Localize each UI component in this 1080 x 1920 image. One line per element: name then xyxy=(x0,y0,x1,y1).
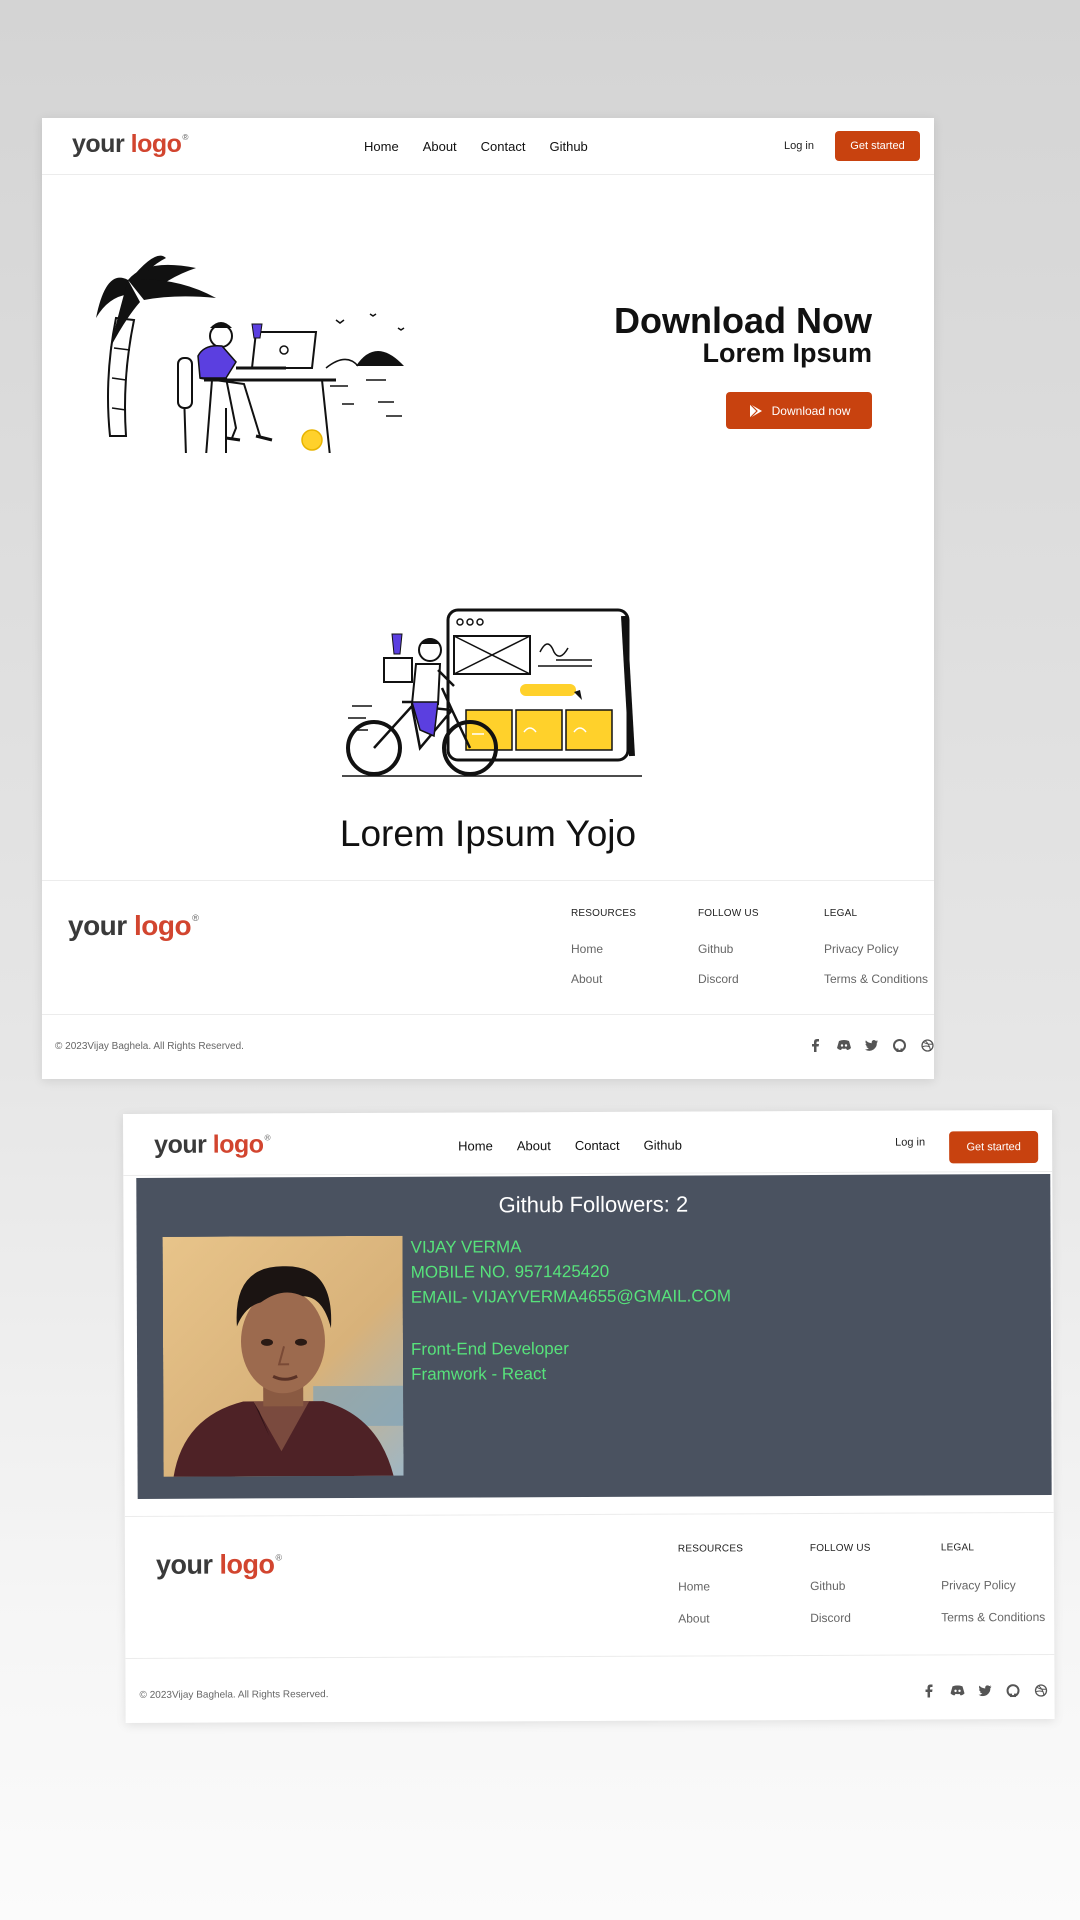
copyright-text: © 2023Vijay Baghela. All Rights Reserved… xyxy=(139,1689,329,1701)
dribbble-icon[interactable] xyxy=(920,1038,934,1053)
get-started-button[interactable]: Get started xyxy=(949,1131,1039,1164)
footer-link-privacy-policy[interactable]: Privacy Policy xyxy=(941,1578,1016,1592)
footer-link-about[interactable]: About xyxy=(571,972,602,986)
login-link[interactable]: Log in xyxy=(784,140,814,152)
footer-heading-follow-us: FOLLOW US xyxy=(698,908,759,919)
footer-link-github[interactable]: Github xyxy=(698,942,733,956)
copyright-text: © 2023Vijay Baghela. All Rights Reserved… xyxy=(55,1041,244,1052)
footer-heading-follow-us: FOLLOW US xyxy=(809,1542,871,1555)
footer-link-home[interactable]: Home xyxy=(571,942,603,956)
footer-logo[interactable]: your logo® xyxy=(68,910,199,942)
profile-email: EMAIL- VIJAYVERMA4655@GMAIL.COM xyxy=(410,1286,732,1307)
github-icon[interactable] xyxy=(1005,1683,1020,1698)
hero-subtitle: Lorem Ipsum xyxy=(702,338,872,368)
footer-logo[interactable]: your logo® xyxy=(156,1549,282,1581)
nav-link-about[interactable]: About xyxy=(517,1138,551,1153)
navbar: your logo® Home About Contact Github Log… xyxy=(42,118,934,175)
login-link[interactable]: Log in xyxy=(895,1137,925,1149)
nav-link-about[interactable]: About xyxy=(423,139,457,154)
profile-page-screenshot: your logo® Home About Contact Github Log… xyxy=(123,1109,1055,1723)
footer-link-discord[interactable]: Discord xyxy=(698,972,739,986)
social-links xyxy=(921,1683,1048,1699)
site-logo[interactable]: your logo® xyxy=(154,1130,270,1160)
profile-framework: Framwork - React xyxy=(411,1364,547,1384)
profile-name: VIJAY VERMA xyxy=(410,1237,522,1257)
social-links xyxy=(808,1038,934,1053)
main-nav: Home About Contact Github xyxy=(458,1112,682,1179)
footer-link-github[interactable]: Github xyxy=(810,1579,845,1593)
discord-icon[interactable] xyxy=(949,1683,965,1698)
nav-link-contact[interactable]: Contact xyxy=(481,139,526,154)
nav-link-home[interactable]: Home xyxy=(458,1138,493,1153)
footer-heading-resources: RESOURCES xyxy=(677,1543,744,1555)
nav-link-github[interactable]: Github xyxy=(549,139,587,154)
footer-heading-resources: RESOURCES xyxy=(571,908,637,919)
github-profile-card: Github Followers: 2 VIJAY VERMA MOBILE N… xyxy=(136,1173,1052,1499)
footer-divider xyxy=(124,1511,1054,1517)
main-nav: Home About Contact Github xyxy=(364,118,588,175)
nav-link-home[interactable]: Home xyxy=(364,139,399,154)
twitter-icon[interactable] xyxy=(977,1683,992,1698)
footer-link-terms[interactable]: Terms & Conditions xyxy=(824,972,928,986)
navbar: your logo® Home About Contact Github Log… xyxy=(123,1109,1053,1179)
twitter-icon[interactable] xyxy=(864,1038,879,1053)
footer-bottom-divider xyxy=(125,1653,1055,1659)
footer-link-about[interactable]: About xyxy=(678,1611,709,1625)
profile-mobile: MOBILE NO. 9571425420 xyxy=(410,1261,610,1282)
play-store-icon xyxy=(749,403,762,418)
landing-page-screenshot: your logo® Home About Contact Github Log… xyxy=(42,118,934,1079)
site-logo[interactable]: your logo® xyxy=(72,130,188,159)
github-followers-count: Github Followers: 2 xyxy=(498,1191,689,1218)
footer-bottom-divider xyxy=(42,1014,934,1015)
download-now-button[interactable]: Download now xyxy=(726,392,872,429)
facebook-icon[interactable] xyxy=(808,1038,823,1053)
footer-link-privacy-policy[interactable]: Privacy Policy xyxy=(824,942,899,956)
profile-role: Front-End Developer xyxy=(410,1339,569,1359)
section-title: Lorem Ipsum Yojo xyxy=(339,813,637,854)
nav-link-contact[interactable]: Contact xyxy=(575,1137,620,1152)
hero-title: Download Now xyxy=(614,300,872,341)
remote-work-illustration xyxy=(96,255,405,453)
footer-link-discord[interactable]: Discord xyxy=(810,1611,851,1625)
facebook-icon[interactable] xyxy=(921,1683,936,1698)
footer-link-terms[interactable]: Terms & Conditions xyxy=(941,1610,1045,1624)
get-started-button[interactable]: Get started xyxy=(835,131,920,161)
dribbble-icon[interactable] xyxy=(1033,1683,1048,1698)
footer-heading-legal: LEGAL xyxy=(824,908,858,919)
footer-link-home[interactable]: Home xyxy=(678,1579,710,1593)
footer-divider xyxy=(42,880,934,881)
github-icon[interactable] xyxy=(892,1038,907,1053)
footer-heading-legal: LEGAL xyxy=(940,1542,975,1554)
profile-photo xyxy=(162,1235,404,1477)
discord-icon[interactable] xyxy=(836,1038,851,1053)
nav-link-github[interactable]: Github xyxy=(644,1137,682,1152)
cyclist-illustration xyxy=(342,608,642,777)
